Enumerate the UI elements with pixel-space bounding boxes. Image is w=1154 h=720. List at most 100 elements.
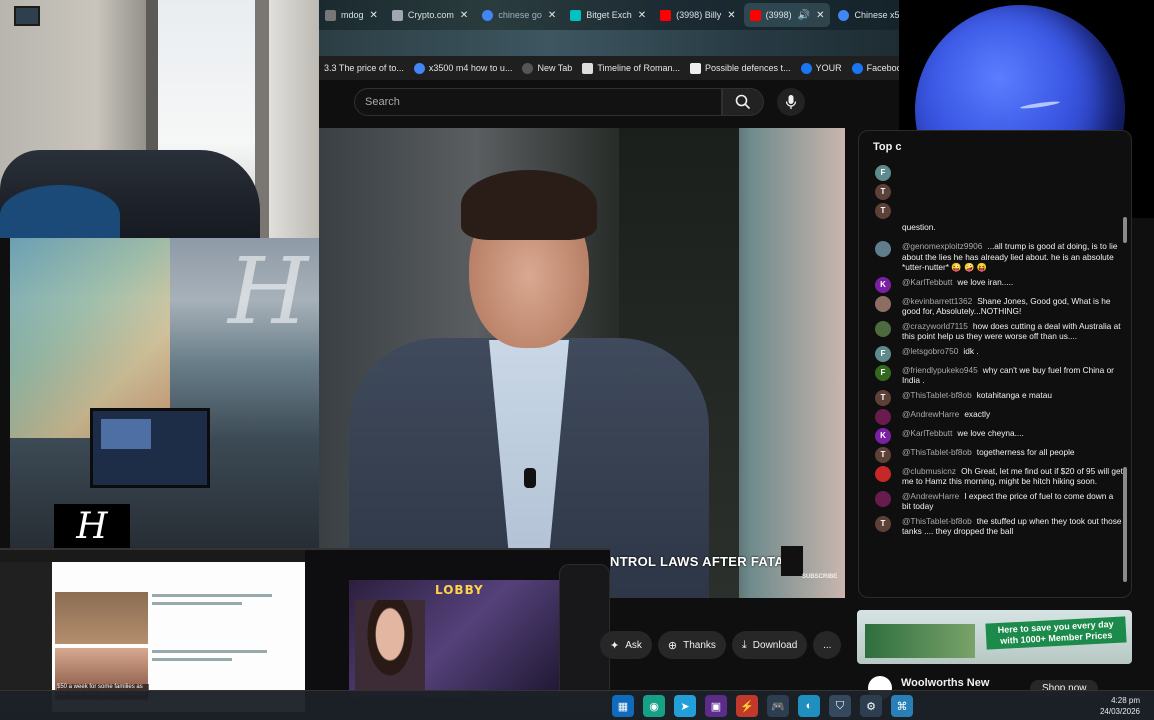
bookmark-item[interactable]: x3500 m4 how to u... [413,62,513,74]
background-monitor [90,408,210,488]
avatar[interactable] [875,320,891,337]
browser-tab[interactable]: mdog ✕ [319,3,384,27]
bookmark-item[interactable]: YOUR [800,62,842,74]
chat-message[interactable]: T @ThisTablet-bf8ob the stuffed up when th… [859,514,1131,539]
avatar[interactable] [875,408,891,425]
browser-tab[interactable]: (3998) Billy ✕ [654,3,741,27]
chat-message[interactable]: T [859,201,1131,220]
search-input[interactable]: Search [354,88,722,116]
chat-message[interactable]: @AndrewHarre I expect the price of fuel t… [859,489,1131,514]
bookmark-item[interactable]: Possible defences t... [690,62,791,74]
ask-button[interactable]: ✦ Ask [600,631,652,659]
chat-message[interactable]: F [859,163,1131,182]
thanks-button[interactable]: ⊕ Thanks [657,631,726,659]
chat-author[interactable]: @KarlTebbutt [902,277,952,287]
facebook-icon [851,62,863,74]
close-tab-icon[interactable]: ✕ [460,10,468,21]
avatar[interactable]: T [875,389,891,406]
bookmark-item[interactable]: 3.3 The price of to... [324,63,404,73]
download-button[interactable]: ⤓ Download [731,631,808,659]
chat-message[interactable]: @clubmusicnz Oh Great, let me find out if… [859,464,1131,489]
bookmark-item[interactable]: New Tab [522,62,572,74]
chat-message[interactable]: F @friendlypukeko945 why can't we buy fuel… [859,363,1131,388]
chat-author[interactable]: @ThisTablet-bf8ob [902,447,972,457]
avatar[interactable]: T [875,515,891,532]
avatar[interactable]: T [875,203,891,219]
network-icon[interactable]: ⌘ [891,695,913,717]
avatar[interactable] [875,465,891,482]
chat-message[interactable]: T [859,182,1131,201]
chat-author[interactable]: @letsgobro750 [902,346,958,356]
system-clock[interactable]: 4:28 pm 24/03/2026 [1100,695,1140,717]
chat-message[interactable]: @crazyworld7115 how does cutting a deal w… [859,319,1131,344]
search-button[interactable] [722,88,764,116]
chat-author[interactable]: @ThisTablet-bf8ob [902,516,972,526]
close-tab-icon[interactable]: ✕ [548,10,556,21]
chat-author[interactable]: @kevinbarrett1362 [902,296,972,306]
chat-author[interactable]: @AndrewHarre [902,409,959,419]
avatar[interactable]: K [875,276,891,293]
chat-author[interactable]: @KarlTebbutt [902,428,952,438]
avatar[interactable] [875,490,891,507]
ad-banner[interactable]: Here to save you every day with 1000+ Me… [857,610,1132,664]
chat-header[interactable]: Top c [873,141,902,153]
avatar[interactable]: F [875,165,891,181]
store-icon[interactable]: ▦ [612,695,634,717]
chat-message[interactable]: T @ThisTablet-bf8ob togetherness for all p… [859,445,1131,464]
more-actions-button[interactable]: ... [813,631,842,659]
news-video-window: H H [10,238,319,548]
close-tab-icon[interactable]: ✕ [727,10,735,21]
chat-author[interactable]: @clubmusicnz [902,466,956,476]
avatar[interactable] [875,241,891,257]
chat-author[interactable]: @ThisTablet-bf8ob [902,390,972,400]
gamepad-icon[interactable]: 🎮 [767,695,789,717]
bookmark-label: x3500 m4 how to u... [428,63,513,73]
taskbar: ▦ ◉ ➤ ▣ ⚡ 🎮 ◐ ⛉ ⚙ ⌘ 4:28 pm 24/03/2026 [0,690,1154,720]
avatar[interactable]: K [875,427,891,444]
chat-message[interactable]: K @KarlTebbutt we love iran..... [859,275,1131,294]
chat-author[interactable]: @AndrewHarre [902,491,959,501]
browser-tab[interactable]: Crypto.com ✕ [386,3,474,27]
settings-icon[interactable]: ⚙ [860,695,882,717]
chat-message[interactable]: F @letsgobro750 idk . [859,344,1131,363]
browser-tab[interactable]: chinese go ✕ [476,3,562,27]
tab-title: (3998) Billy [676,10,722,20]
chat-message[interactable]: @kevinbarrett1362 Shane Jones, Good god, … [859,294,1131,319]
bookmark-item[interactable]: Facebook green [851,62,899,74]
chat-message[interactable]: question. [859,220,1131,239]
chat-app-icon[interactable]: ◉ [643,695,665,717]
close-tab-icon[interactable]: ✕ [638,10,646,21]
chat-messages: F T Tquestion. @genomexploitz9906 ...all tru… [859,163,1131,539]
telegram-icon[interactable]: ➤ [674,695,696,717]
voice-search-button[interactable] [777,88,805,116]
flash-icon[interactable]: ⚡ [736,695,758,717]
avatar[interactable] [875,295,891,312]
chat-message[interactable]: @genomexploitz9906 ...all trump is good a… [859,239,1131,275]
shield-icon[interactable]: ⛉ [829,695,851,717]
browser-tab[interactable]: Chinese x5✕ [832,3,899,27]
speaker-icon[interactable]: 🔊 [798,10,810,21]
chat-message[interactable]: K @KarlTebbutt we love cheyna.... [859,426,1131,445]
text-line [152,658,232,661]
edge-icon[interactable]: ◐ [798,695,820,717]
chat-author[interactable]: @crazyworld7115 [902,321,968,331]
video-player[interactable] [319,128,845,598]
chat-author[interactable]: @friendlypukeko945 [902,365,978,375]
chat-scrollbar[interactable] [1123,467,1127,582]
chat-scrollbar[interactable] [1123,217,1127,243]
close-tab-icon[interactable]: ✕ [370,10,378,21]
subscribe-watermark[interactable]: SUBSCRIBE [802,574,837,580]
app-icon[interactable]: ▣ [705,695,727,717]
avatar[interactable]: F [875,364,891,381]
browser-tab-active[interactable]: (3998) 🔊 ✕ [743,3,831,27]
avatar[interactable]: F [875,345,891,362]
chat-message[interactable]: @AndrewHarre exactly [859,407,1131,426]
chat-author[interactable]: @genomexploitz9906 [902,241,982,251]
avatar[interactable]: T [875,446,891,463]
avatar[interactable]: T [875,184,891,200]
bookmark-item[interactable]: Timeline of Roman... [582,62,680,74]
browser-tab[interactable]: Bitget Exch ✕ [564,3,652,27]
thanks-label: Thanks [683,639,716,651]
close-tab-icon[interactable]: ✕ [816,10,824,21]
chat-message[interactable]: T @ThisTablet-bf8ob kotahitanga e matau [859,388,1131,407]
